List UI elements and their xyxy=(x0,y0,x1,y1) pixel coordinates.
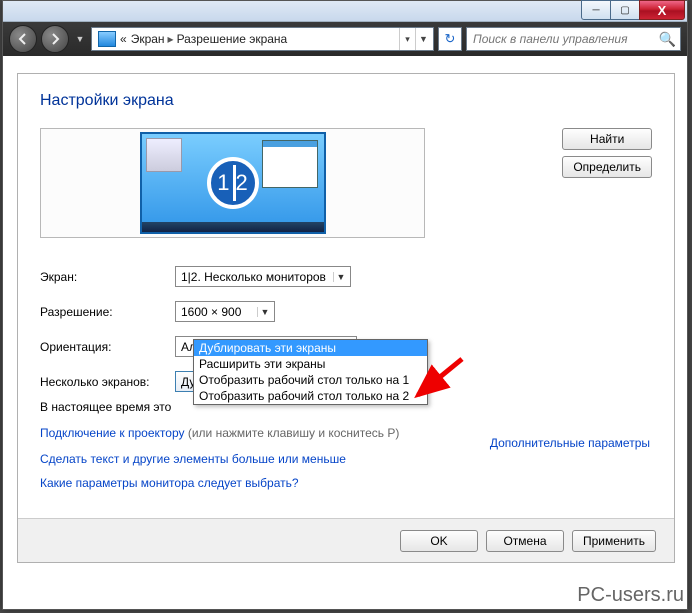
orientation-label: Ориентация: xyxy=(40,340,175,354)
search-box[interactable]: 🔍 xyxy=(466,27,681,51)
screen-row: Экран: 1|2. Несколько мониторов ▼ xyxy=(40,266,652,287)
resolution-combo[interactable]: 1600 × 900 ▼ xyxy=(175,301,275,322)
page-title: Настройки экрана xyxy=(40,92,652,110)
ok-button[interactable]: OK xyxy=(400,530,478,552)
titlebar[interactable]: ─ ▢ X xyxy=(3,1,687,22)
navigation-bar: ▼ « Экран ▸ Разрешение экрана ▾ ▼ ↻ 🔍 xyxy=(3,22,687,56)
address-bar[interactable]: « Экран ▸ Разрешение экрана ▾ ▼ xyxy=(91,27,434,51)
watermark: PC-users.ru xyxy=(577,584,684,607)
monitor-thumbnail-icon xyxy=(146,138,182,172)
monitor-preview[interactable]: 1 2 xyxy=(40,128,425,238)
multiple-displays-dropdown[interactable]: Дублировать эти экраны Расширить эти экр… xyxy=(193,339,428,405)
back-button[interactable] xyxy=(9,25,37,53)
dropdown-option[interactable]: Расширить эти экраны xyxy=(194,356,427,372)
resize-text-link[interactable]: Сделать текст и другие элементы больше и… xyxy=(40,452,652,466)
resolution-label: Разрешение: xyxy=(40,305,175,319)
dropdown-option[interactable]: Дублировать эти экраны xyxy=(194,340,427,356)
minimize-button[interactable]: ─ xyxy=(581,0,611,20)
preview-row: 1 2 Найти Определить xyxy=(40,128,652,238)
refresh-button[interactable]: ↻ xyxy=(438,27,462,51)
dropdown-option[interactable]: Отобразить рабочий стол только на 2 xyxy=(194,388,427,404)
find-button[interactable]: Найти xyxy=(562,128,652,150)
breadcrumb-dropdown[interactable]: ▾ xyxy=(399,28,415,50)
dropdown-option[interactable]: Отобразить рабочий стол только на 1 xyxy=(194,372,427,388)
window-thumbnail-icon xyxy=(262,140,318,188)
identify-button[interactable]: Определить xyxy=(562,156,652,178)
screen-combo[interactable]: 1|2. Несколько мониторов ▼ xyxy=(175,266,351,287)
breadcrumb-chevrons: « xyxy=(120,32,127,46)
history-dropdown[interactable]: ▼ xyxy=(73,25,87,53)
chevron-down-icon: ▼ xyxy=(333,272,348,282)
search-input[interactable] xyxy=(471,31,659,47)
maximize-button[interactable]: ▢ xyxy=(610,0,640,20)
content-panel: Настройки экрана 1 2 Найти Определить xyxy=(17,73,675,563)
preview-side-buttons: Найти Определить xyxy=(562,128,652,178)
display-icon xyxy=(98,31,116,47)
screen-value: 1|2. Несколько мониторов xyxy=(181,270,326,284)
arrow-left-icon xyxy=(16,32,30,46)
breadcrumb-item[interactable]: Экран xyxy=(131,32,165,46)
forward-button[interactable] xyxy=(41,25,69,53)
chevron-down-icon: ▼ xyxy=(257,307,272,317)
screen-label: Экран: xyxy=(40,270,175,284)
monitor-number-1: 1 xyxy=(217,170,229,196)
breadcrumb-item[interactable]: Разрешение экрана xyxy=(177,32,288,46)
resolution-value: 1600 × 900 xyxy=(181,305,241,319)
arrow-right-icon xyxy=(48,32,62,46)
breadcrumb-separator-icon: ▸ xyxy=(168,32,174,46)
projector-link[interactable]: Подключение к проектору xyxy=(40,426,185,440)
cancel-button[interactable]: Отмена xyxy=(486,530,564,552)
control-panel-window: ─ ▢ X ▼ « Экран ▸ Разрешение экрана ▾ ▼ … xyxy=(2,0,688,610)
monitor-number-2: 2 xyxy=(236,170,248,196)
dialog-footer: OK Отмена Применить xyxy=(18,518,674,562)
refresh-icon: ↻ xyxy=(445,31,456,47)
projector-hint: (или нажмите клавишу и коснитесь P) xyxy=(188,426,400,440)
monitor-number-badge: 1 2 xyxy=(207,157,259,209)
advanced-settings-link[interactable]: Дополнительные параметры xyxy=(490,436,650,450)
search-icon[interactable]: 🔍 xyxy=(659,31,676,48)
multiple-displays-label: Несколько экранов: xyxy=(40,375,175,389)
address-dropdown[interactable]: ▼ xyxy=(415,28,431,50)
apply-button[interactable]: Применить xyxy=(572,530,656,552)
close-button[interactable]: X xyxy=(639,0,685,20)
taskbar-graphic xyxy=(142,222,324,232)
resolution-row: Разрешение: 1600 × 900 ▼ xyxy=(40,301,652,322)
monitor-graphic[interactable]: 1 2 xyxy=(140,132,326,234)
window-controls: ─ ▢ X xyxy=(582,0,685,20)
monitor-params-link[interactable]: Какие параметры монитора следует выбрать… xyxy=(40,476,652,490)
